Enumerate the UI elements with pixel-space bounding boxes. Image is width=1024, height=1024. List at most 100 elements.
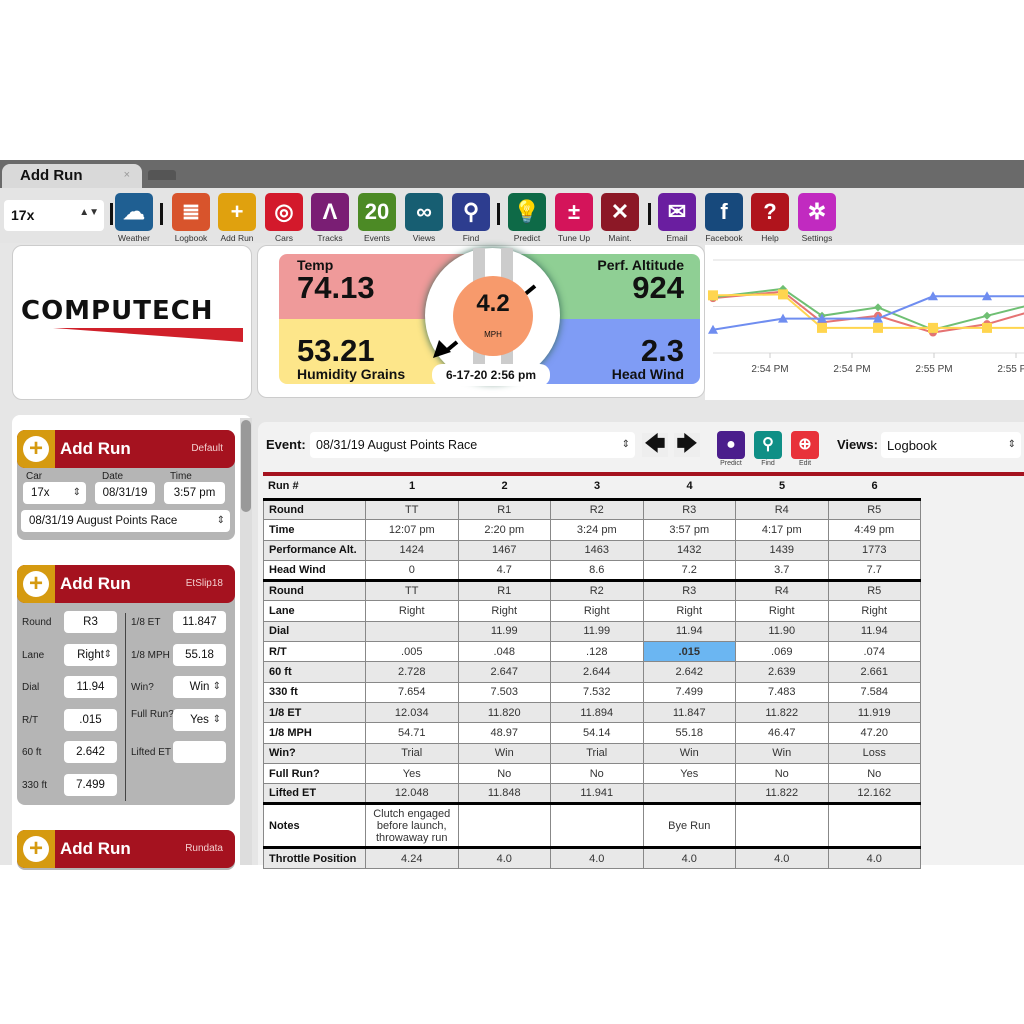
table-cell[interactable]: No <box>550 762 644 785</box>
table-cell[interactable]: Right <box>827 600 921 622</box>
table-cell[interactable]: .005 <box>365 641 459 663</box>
field-round[interactable]: R3 <box>64 611 117 633</box>
table-cell[interactable]: .015 <box>642 641 736 663</box>
toolbar-button-tune-up[interactable]: ± Tune Up <box>555 193 593 243</box>
table-cell[interactable]: 11.820 <box>457 701 551 724</box>
table-cell[interactable]: 4.0 <box>457 846 551 869</box>
table-cell[interactable]: .074 <box>827 641 921 663</box>
table-cell[interactable]: 1773 <box>827 539 921 561</box>
table-cell[interactable] <box>642 783 736 805</box>
table-cell[interactable]: 7.2 <box>642 559 736 582</box>
find-button[interactable]: ⚲ Find <box>754 431 782 467</box>
table-cell[interactable]: 12.034 <box>365 701 459 724</box>
table-cell[interactable]: Right <box>550 600 644 622</box>
table-cell[interactable]: 4.7 <box>457 559 551 582</box>
table-cell[interactable]: 11.848 <box>457 783 551 805</box>
tab-add-run[interactable]: Add Run × <box>2 164 142 188</box>
table-cell[interactable]: Win <box>735 742 829 764</box>
event-select[interactable]: 08/31/19 August Points Race ⇕ <box>21 510 230 532</box>
close-tab-icon[interactable]: × <box>124 169 130 181</box>
views-select[interactable]: Logbook ⇕ <box>881 432 1021 458</box>
run-number[interactable]: 6 <box>872 480 878 492</box>
date-input[interactable]: 08/31/19 <box>95 482 155 504</box>
table-cell[interactable]: Bye Run <box>642 802 736 849</box>
table-cell[interactable]: Right <box>735 600 829 622</box>
add-icon[interactable]: + <box>17 830 55 868</box>
table-cell[interactable]: 7.532 <box>550 681 644 703</box>
table-cell[interactable]: 3:57 pm <box>642 519 736 541</box>
table-cell[interactable] <box>735 802 829 849</box>
table-cell[interactable]: 4.24 <box>365 846 459 869</box>
table-cell[interactable]: TT <box>365 579 459 602</box>
table-cell[interactable]: 2.728 <box>365 661 459 683</box>
table-cell[interactable]: 11.847 <box>642 701 736 724</box>
table-cell[interactable]: 2:20 pm <box>457 519 551 541</box>
table-cell[interactable]: 7.483 <box>735 681 829 703</box>
table-cell[interactable]: 11.894 <box>550 701 644 724</box>
toolbar-button-logbook[interactable]: ≣ Logbook <box>172 193 210 243</box>
table-cell[interactable]: Right <box>457 600 551 622</box>
table-cell[interactable]: 54.14 <box>550 722 644 744</box>
table-cell[interactable]: .069 <box>735 641 829 663</box>
table-cell[interactable]: 1463 <box>550 539 644 561</box>
toolbar-button-find[interactable]: ⚲ Find <box>452 193 490 243</box>
table-cell[interactable]: 47.20 <box>827 722 921 744</box>
time-input[interactable]: 3:57 pm <box>164 482 225 504</box>
field-full-run[interactable]: Yes ⇕ <box>173 708 226 731</box>
table-cell[interactable]: Trial <box>365 742 459 764</box>
scrollbar-thumb[interactable] <box>241 420 251 512</box>
toolbar-button-predict[interactable]: 💡 Predict <box>508 193 546 243</box>
table-cell[interactable] <box>457 802 551 849</box>
toolbar-button-settings[interactable]: ✲ Settings <box>798 193 836 243</box>
field-1-8-et[interactable]: 11.847 <box>173 611 226 633</box>
table-cell[interactable]: Right <box>642 600 736 622</box>
table-cell[interactable]: 7.584 <box>827 681 921 703</box>
table-cell[interactable]: TT <box>365 497 459 521</box>
table-cell[interactable]: 1467 <box>457 539 551 561</box>
table-cell[interactable]: No <box>735 762 829 785</box>
toolbar-button-cars[interactable]: ◎ Cars <box>265 193 303 243</box>
table-cell[interactable]: 11.90 <box>735 620 829 643</box>
car-select[interactable]: 17x ▲▼ <box>4 200 104 231</box>
table-cell[interactable]: 48.97 <box>457 722 551 744</box>
event-select[interactable]: 08/31/19 August Points Race ⇕ <box>310 432 635 458</box>
field-1-8-mph[interactable]: 55.18 <box>173 643 226 666</box>
field-dial[interactable]: 11.94 <box>64 676 117 698</box>
table-cell[interactable]: 1424 <box>365 539 459 561</box>
table-cell[interactable]: 12.048 <box>365 783 459 805</box>
add-icon[interactable]: + <box>17 430 55 468</box>
table-cell[interactable]: 12.162 <box>827 783 921 805</box>
new-tab-button[interactable] <box>148 170 176 180</box>
table-cell[interactable]: R2 <box>550 579 644 602</box>
table-cell[interactable]: 2.661 <box>827 661 921 683</box>
table-cell[interactable]: R5 <box>827 497 921 521</box>
field-r-t[interactable]: .015 <box>64 708 117 731</box>
table-cell[interactable]: 2.644 <box>550 661 644 683</box>
table-cell[interactable]: 4.0 <box>827 846 921 869</box>
table-cell[interactable]: No <box>457 762 551 785</box>
table-cell[interactable] <box>827 802 921 849</box>
table-cell[interactable]: 2.639 <box>735 661 829 683</box>
table-cell[interactable]: 12:07 pm <box>365 519 459 541</box>
table-cell[interactable]: No <box>827 762 921 785</box>
table-cell[interactable]: 3.7 <box>735 559 829 582</box>
run-number[interactable]: 5 <box>779 480 785 492</box>
table-cell[interactable]: 4:49 pm <box>827 519 921 541</box>
table-cell[interactable]: Clutch engaged before launch, throwaway … <box>365 802 459 849</box>
table-cell[interactable]: 4.0 <box>642 846 736 869</box>
table-cell[interactable]: 3:24 pm <box>550 519 644 541</box>
table-cell[interactable]: 4:17 pm <box>735 519 829 541</box>
sidebar-scrollbar[interactable] <box>240 418 252 865</box>
table-cell[interactable]: 7.7 <box>827 559 921 582</box>
table-cell[interactable]: 55.18 <box>642 722 736 744</box>
table-cell[interactable]: 46.47 <box>735 722 829 744</box>
toolbar-button-maint[interactable]: ✕ Maint. <box>601 193 639 243</box>
table-cell[interactable]: R1 <box>457 579 551 602</box>
field-60-ft[interactable]: 2.642 <box>64 741 117 763</box>
run-number[interactable]: 4 <box>687 480 693 492</box>
table-cell[interactable]: 11.822 <box>735 783 829 805</box>
toolbar-button-facebook[interactable]: f Facebook <box>705 193 743 243</box>
table-cell[interactable]: 11.941 <box>550 783 644 805</box>
table-cell[interactable]: 11.94 <box>827 620 921 643</box>
table-cell[interactable]: R2 <box>550 497 644 521</box>
